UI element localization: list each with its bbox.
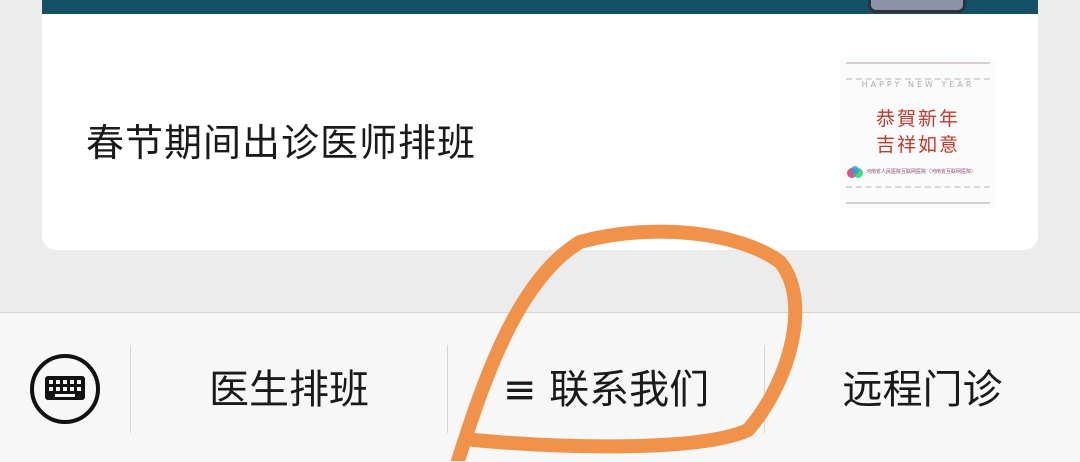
thumbnail-greeting-line1: 恭賀新年 [875, 108, 960, 130]
menu-item-contact-us[interactable]: ≡ 联系我们 [448, 355, 764, 425]
thumbnail-caption: HAPPY NEW YEAR [861, 80, 975, 89]
thumbnail-greeting-line2: 吉祥如意 [875, 134, 960, 156]
previous-card-banner [42, 0, 1038, 14]
article-card[interactable]: 春节期间出诊医师排班 HAPPY NEW YEAR 恭賀新年 吉祥如意 河南省人… [42, 0, 1038, 250]
thumbnail-bottom-pattern [846, 186, 990, 204]
menu-item-doctor-schedule[interactable]: 医生排班 [131, 355, 447, 425]
thumbnail-top-pattern [846, 62, 990, 80]
article-thumbnail: HAPPY NEW YEAR 恭賀新年 吉祥如意 河南省人民医院互联网医院（河南… [840, 58, 996, 208]
banner-decoration [868, 0, 966, 13]
hospital-logo-icon [847, 166, 863, 178]
article-title[interactable]: 春节期间出诊医师排班 [86, 112, 476, 167]
bottom-menu-bar: 医生排班 ≡ 联系我们 远程门诊 [0, 312, 1080, 462]
menu-item-remote-clinic[interactable]: 远程门诊 [765, 355, 1080, 425]
thumbnail-organization: 河南省人民医院互联网医院（河南省互联网医院） [866, 169, 977, 175]
keyboard-icon[interactable] [28, 352, 102, 426]
